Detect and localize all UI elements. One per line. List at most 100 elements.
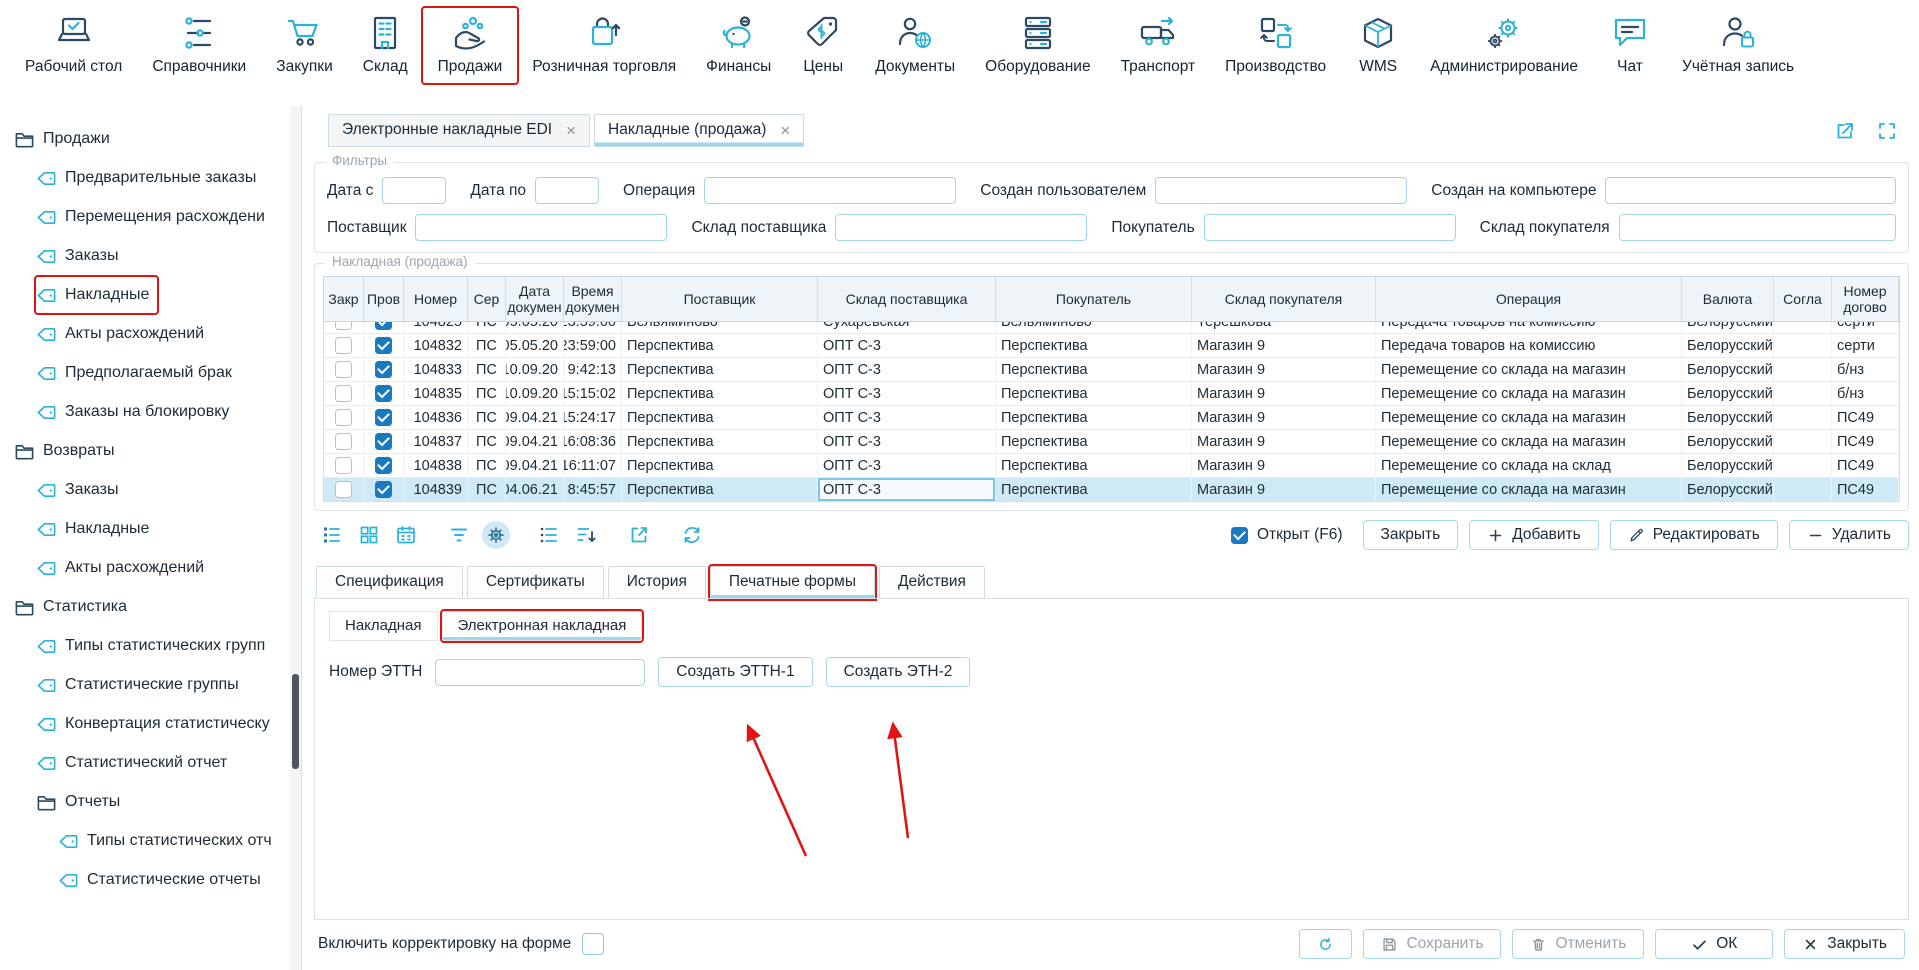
filter-input-created-on-computer[interactable] <box>1605 177 1896 204</box>
table-row[interactable]: 104832ПС05.05.2023:59:00ПерспективаОПТ С… <box>324 334 1899 358</box>
cell-checked-checkbox[interactable] <box>364 406 404 429</box>
column-header-buyer-warehouse[interactable]: Склад покупателя <box>1192 277 1376 321</box>
open-external-icon[interactable] <box>1831 117 1859 145</box>
column-header-buyer[interactable]: Покупатель <box>996 277 1192 321</box>
filter-input-created-by-user[interactable] <box>1155 177 1407 204</box>
tab-close-icon[interactable]: × <box>780 122 790 139</box>
cell-closed-checkbox[interactable] <box>324 382 364 405</box>
toolbar-item-catalogs[interactable]: Справочники <box>137 8 261 83</box>
cell-checked-checkbox[interactable] <box>364 322 404 333</box>
sidebar-scrollbar-thumb[interactable] <box>292 674 299 769</box>
cell-checked-checkbox[interactable] <box>364 334 404 357</box>
toolbar-item-account[interactable]: Учётная запись <box>1667 8 1809 83</box>
sidebar-item-returns[interactable]: Возвраты <box>14 433 123 469</box>
sidebar-item-movement-discrepancies[interactable]: Перемещения расхождени <box>36 199 273 235</box>
sidebar-item-statistics[interactable]: Статистика <box>14 589 135 625</box>
settings-icon[interactable] <box>482 521 510 549</box>
column-header-series[interactable]: Сер <box>468 277 506 321</box>
sync-icon[interactable] <box>678 521 706 549</box>
cancel-button[interactable]: Отменить <box>1512 929 1644 959</box>
filter-icon[interactable] <box>445 521 473 549</box>
cell-closed-checkbox[interactable] <box>324 454 364 477</box>
sidebar-item-orders[interactable]: Заказы <box>36 238 126 274</box>
column-header-supplier-warehouse[interactable]: Склад поставщика <box>818 277 996 321</box>
detail-tab-history[interactable]: История <box>608 566 706 599</box>
sidebar-item-returns-invoices[interactable]: Накладные <box>36 511 157 547</box>
sub-tab-electronic-invoice[interactable]: Электронная накладная <box>442 611 643 641</box>
column-header-currency[interactable]: Валюта <box>1682 277 1774 321</box>
sidebar-item-returns-discrepancy-acts[interactable]: Акты расхождений <box>36 550 212 586</box>
ok-button[interactable]: ОК <box>1655 929 1773 959</box>
column-header-number[interactable]: Номер <box>404 277 468 321</box>
column-header-supplier[interactable]: Поставщик <box>622 277 818 321</box>
detail-tab-specification[interactable]: Спецификация <box>316 566 463 599</box>
fullscreen-icon[interactable] <box>1873 117 1901 145</box>
toolbar-item-retail[interactable]: Розничная торговля <box>517 8 691 83</box>
toolbar-item-administration[interactable]: Администрирование <box>1415 8 1593 83</box>
sidebar-item-reports[interactable]: Отчеты <box>36 784 128 820</box>
sidebar-item-stat-conversion[interactable]: Конвертация статистическу <box>36 706 278 742</box>
sidebar-item-returns-orders[interactable]: Заказы <box>36 472 126 508</box>
close-button[interactable]: Закрыть <box>1363 520 1459 550</box>
sidebar-item-preorders[interactable]: Предварительные заказы <box>36 160 264 196</box>
filter-input-date-to[interactable] <box>535 177 599 204</box>
sidebar-item-stat-report-types[interactable]: Типы статистических отч <box>58 823 280 859</box>
export-icon[interactable] <box>625 521 653 549</box>
sidebar-item-expected-defect[interactable]: Предполагаемый брак <box>36 355 240 391</box>
cell-closed-checkbox[interactable] <box>324 358 364 381</box>
toolbar-item-finance[interactable]: Финансы <box>691 8 786 83</box>
table-row[interactable]: 104833ПС10.09.209:42:13ПерспективаОПТ С-… <box>324 358 1899 382</box>
sub-tab-invoice[interactable]: Накладная <box>329 611 438 641</box>
filter-input-supplier-warehouse[interactable] <box>835 214 1087 241</box>
detail-tab-actions[interactable]: Действия <box>879 566 985 599</box>
cell-closed-checkbox[interactable] <box>324 478 364 501</box>
toolbar-item-prices[interactable]: Цены <box>786 8 860 83</box>
table-row[interactable]: 104836ПС09.04.2115:24:17ПерспективаОПТ С… <box>324 406 1899 430</box>
sidebar-item-stat-reports[interactable]: Статистические отчеты <box>58 862 269 898</box>
view-grid-icon[interactable] <box>355 521 383 549</box>
column-header-contract-number[interactable]: Номер догово <box>1832 277 1899 321</box>
toolbar-item-equipment[interactable]: Оборудование <box>970 8 1105 83</box>
filter-input-buyer[interactable] <box>1204 214 1456 241</box>
filter-input-buyer-warehouse[interactable] <box>1619 214 1896 241</box>
sidebar-item-stat-report[interactable]: Статистический отчет <box>36 745 235 781</box>
bullet-list-icon[interactable] <box>535 521 563 549</box>
cell-checked-checkbox[interactable] <box>364 478 404 501</box>
cell-closed-checkbox[interactable] <box>324 322 364 333</box>
toolbar-item-warehouse[interactable]: Склад <box>348 8 423 83</box>
sorted-list-icon[interactable] <box>572 521 600 549</box>
toolbar-item-wms[interactable]: WMS <box>1341 8 1415 83</box>
cell-checked-checkbox[interactable] <box>364 382 404 405</box>
cell-checked-checkbox[interactable] <box>364 358 404 381</box>
ettn-number-input[interactable] <box>435 659 645 686</box>
column-header-agreed[interactable]: Согла <box>1774 277 1832 321</box>
toolbar-item-purchases[interactable]: Закупки <box>261 8 348 83</box>
column-header-closed[interactable]: Закр <box>324 277 364 321</box>
sidebar-item-stat-groups[interactable]: Статистические группы <box>36 667 247 703</box>
column-header-doc-date[interactable]: Дата докумен <box>506 277 564 321</box>
column-header-checked[interactable]: Пров <box>364 277 404 321</box>
cell-checked-checkbox[interactable] <box>364 454 404 477</box>
cell-checked-checkbox[interactable] <box>364 430 404 453</box>
save-button[interactable]: Сохранить <box>1363 929 1501 959</box>
toolbar-item-desktop[interactable]: Рабочий стол <box>10 8 137 83</box>
add-button[interactable]: Добавить <box>1469 520 1599 550</box>
refresh-button[interactable] <box>1299 929 1352 959</box>
close-button[interactable]: Закрыть <box>1784 929 1905 959</box>
table-row[interactable]: 104835ПС10.09.2015:15:02ПерспективаОПТ С… <box>324 382 1899 406</box>
document-tab-sales-invoices[interactable]: Накладные (продажа)× <box>594 114 804 147</box>
table-row[interactable]: 104839ПС04.06.218:45:57ПерспективаОПТ С-… <box>324 478 1899 502</box>
cell-closed-checkbox[interactable] <box>324 334 364 357</box>
toolbar-item-transport[interactable]: Транспорт <box>1106 8 1211 83</box>
sidebar-item-discrepancy-acts[interactable]: Акты расхождений <box>36 316 212 352</box>
filter-input-date-from[interactable] <box>382 177 446 204</box>
edit-button[interactable]: Редактировать <box>1610 520 1778 550</box>
cell-closed-checkbox[interactable] <box>324 430 364 453</box>
create-ettn1-button[interactable]: Создать ЭТТН-1 <box>658 657 812 687</box>
toolbar-item-documents[interactable]: Документы <box>860 8 970 83</box>
column-header-doc-time[interactable]: Время докумен <box>564 277 622 321</box>
view-list-icon[interactable] <box>318 521 346 549</box>
table-row[interactable]: 104838ПС09.04.2116:11:07ПерспективаОПТ С… <box>324 454 1899 478</box>
detail-tab-certificates[interactable]: Сертификаты <box>467 566 604 599</box>
sidebar-item-sales[interactable]: Продажи <box>14 121 118 157</box>
